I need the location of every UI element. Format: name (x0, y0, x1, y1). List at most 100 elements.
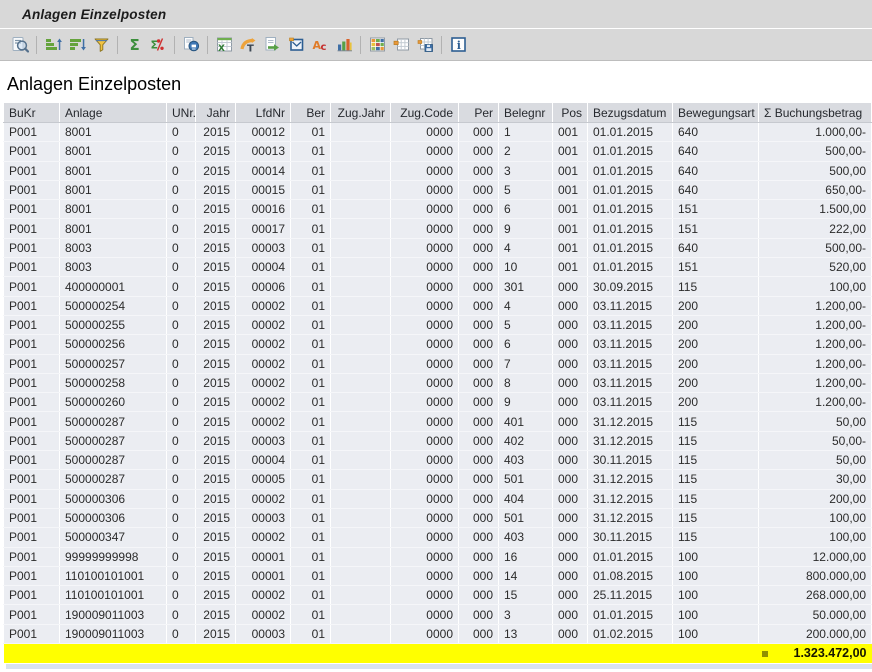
cell-pos[interactable]: 000 (553, 373, 588, 392)
cell-lfdnr[interactable]: 00016 (236, 200, 291, 219)
cell-jahr[interactable]: 2015 (196, 335, 236, 354)
cell-anlage[interactable]: 500000347 (60, 528, 167, 547)
cell-pos[interactable]: 000 (553, 470, 588, 489)
cell-bukr[interactable]: P001 (4, 470, 60, 489)
cell-bukr[interactable]: P001 (4, 296, 60, 315)
cell-ber[interactable]: 01 (291, 624, 331, 643)
change-layout-icon[interactable] (389, 33, 413, 57)
cell-bewegungsart[interactable]: 115 (673, 489, 759, 508)
cell-ber[interactable]: 01 (291, 605, 331, 624)
cell-jahr[interactable]: 2015 (196, 161, 236, 180)
cell-belegnr[interactable]: 7 (499, 354, 553, 373)
cell-zugjahr[interactable] (331, 142, 391, 161)
cell-bukr[interactable]: P001 (4, 180, 60, 199)
cell-bewegungsart[interactable]: 115 (673, 412, 759, 431)
cell-bewegungsart[interactable]: 151 (673, 219, 759, 238)
cell-per[interactable]: 000 (459, 470, 499, 489)
cell-bezugsdatum[interactable]: 01.01.2015 (588, 161, 673, 180)
cell-lfdnr[interactable]: 00004 (236, 258, 291, 277)
cell-pos[interactable]: 001 (553, 258, 588, 277)
cell-buchungsbetrag[interactable]: 268.000,00 (759, 586, 872, 605)
cell-anlage[interactable]: 110100101001 (60, 586, 167, 605)
cell-lfdnr[interactable]: 00002 (236, 296, 291, 315)
cell-unr[interactable]: 0 (167, 586, 196, 605)
cell-pos[interactable]: 000 (553, 566, 588, 585)
cell-per[interactable]: 000 (459, 373, 499, 392)
cell-per[interactable]: 000 (459, 123, 499, 142)
cell-jahr[interactable]: 2015 (196, 566, 236, 585)
cell-bewegungsart[interactable]: 115 (673, 277, 759, 296)
cell-unr[interactable]: 0 (167, 489, 196, 508)
cell-unr[interactable]: 0 (167, 258, 196, 277)
cell-bewegungsart[interactable]: 640 (673, 161, 759, 180)
cell-zugjahr[interactable] (331, 605, 391, 624)
cell-zugcode[interactable]: 0000 (391, 470, 459, 489)
column-header-per[interactable]: Per (459, 103, 499, 123)
sort-ascending-icon[interactable] (41, 33, 65, 57)
cell-bukr[interactable]: P001 (4, 528, 60, 547)
cell-ber[interactable]: 01 (291, 412, 331, 431)
choose-layout-icon[interactable] (365, 33, 389, 57)
cell-zugcode[interactable]: 0000 (391, 547, 459, 566)
cell-anlage[interactable]: 400000001 (60, 277, 167, 296)
cell-bezugsdatum[interactable]: 31.12.2015 (588, 412, 673, 431)
cell-per[interactable]: 000 (459, 315, 499, 334)
cell-per[interactable]: 000 (459, 508, 499, 527)
cell-lfdnr[interactable]: 00002 (236, 315, 291, 334)
cell-bezugsdatum[interactable]: 01.01.2015 (588, 219, 673, 238)
cell-buchungsbetrag[interactable]: 100,00 (759, 277, 872, 296)
cell-bukr[interactable]: P001 (4, 335, 60, 354)
cell-zugcode[interactable]: 0000 (391, 508, 459, 527)
cell-ber[interactable]: 01 (291, 489, 331, 508)
cell-pos[interactable]: 001 (553, 123, 588, 142)
cell-zugjahr[interactable] (331, 566, 391, 585)
cell-jahr[interactable]: 2015 (196, 373, 236, 392)
cell-ber[interactable]: 01 (291, 123, 331, 142)
cell-belegnr[interactable]: 4 (499, 238, 553, 257)
cell-bezugsdatum[interactable]: 30.11.2015 (588, 528, 673, 547)
cell-zugjahr[interactable] (331, 335, 391, 354)
cell-per[interactable]: 000 (459, 161, 499, 180)
cell-pos[interactable]: 000 (553, 451, 588, 470)
cell-bewegungsart[interactable]: 200 (673, 354, 759, 373)
cell-bukr[interactable]: P001 (4, 586, 60, 605)
cell-bezugsdatum[interactable]: 30.09.2015 (588, 277, 673, 296)
cell-jahr[interactable]: 2015 (196, 624, 236, 643)
cell-bewegungsart[interactable]: 640 (673, 123, 759, 142)
cell-zugcode[interactable]: 0000 (391, 528, 459, 547)
cell-pos[interactable]: 000 (553, 412, 588, 431)
cell-lfdnr[interactable]: 00003 (236, 508, 291, 527)
cell-zugcode[interactable]: 0000 (391, 180, 459, 199)
cell-bukr[interactable]: P001 (4, 566, 60, 585)
cell-belegnr[interactable]: 2 (499, 142, 553, 161)
cell-per[interactable]: 000 (459, 238, 499, 257)
cell-jahr[interactable]: 2015 (196, 277, 236, 296)
cell-buchungsbetrag[interactable]: 1.200,00- (759, 354, 872, 373)
cell-bezugsdatum[interactable]: 31.12.2015 (588, 470, 673, 489)
cell-belegnr[interactable]: 3 (499, 605, 553, 624)
cell-buchungsbetrag[interactable]: 500,00- (759, 142, 872, 161)
cell-per[interactable]: 000 (459, 412, 499, 431)
cell-jahr[interactable]: 2015 (196, 605, 236, 624)
total-amount-cell[interactable]: 1.323.472,00 (759, 644, 872, 663)
local-file-icon[interactable] (260, 33, 284, 57)
cell-buchungsbetrag[interactable]: 222,00 (759, 219, 872, 238)
cell-bukr[interactable]: P001 (4, 393, 60, 412)
cell-jahr[interactable]: 2015 (196, 315, 236, 334)
mail-recipient-icon[interactable] (284, 33, 308, 57)
cell-per[interactable]: 000 (459, 277, 499, 296)
cell-buchungsbetrag[interactable]: 50.000,00 (759, 605, 872, 624)
cell-per[interactable]: 000 (459, 200, 499, 219)
cell-zugcode[interactable]: 0000 (391, 431, 459, 450)
cell-belegnr[interactable]: 9 (499, 219, 553, 238)
cell-lfdnr[interactable]: 00002 (236, 586, 291, 605)
cell-unr[interactable]: 0 (167, 123, 196, 142)
cell-buchungsbetrag[interactable]: 12.000,00 (759, 547, 872, 566)
cell-bewegungsart[interactable]: 115 (673, 470, 759, 489)
cell-zugcode[interactable]: 0000 (391, 258, 459, 277)
cell-bezugsdatum[interactable]: 03.11.2015 (588, 373, 673, 392)
cell-unr[interactable]: 0 (167, 508, 196, 527)
cell-bukr[interactable]: P001 (4, 123, 60, 142)
cell-anlage[interactable]: 8001 (60, 123, 167, 142)
cell-per[interactable]: 000 (459, 451, 499, 470)
